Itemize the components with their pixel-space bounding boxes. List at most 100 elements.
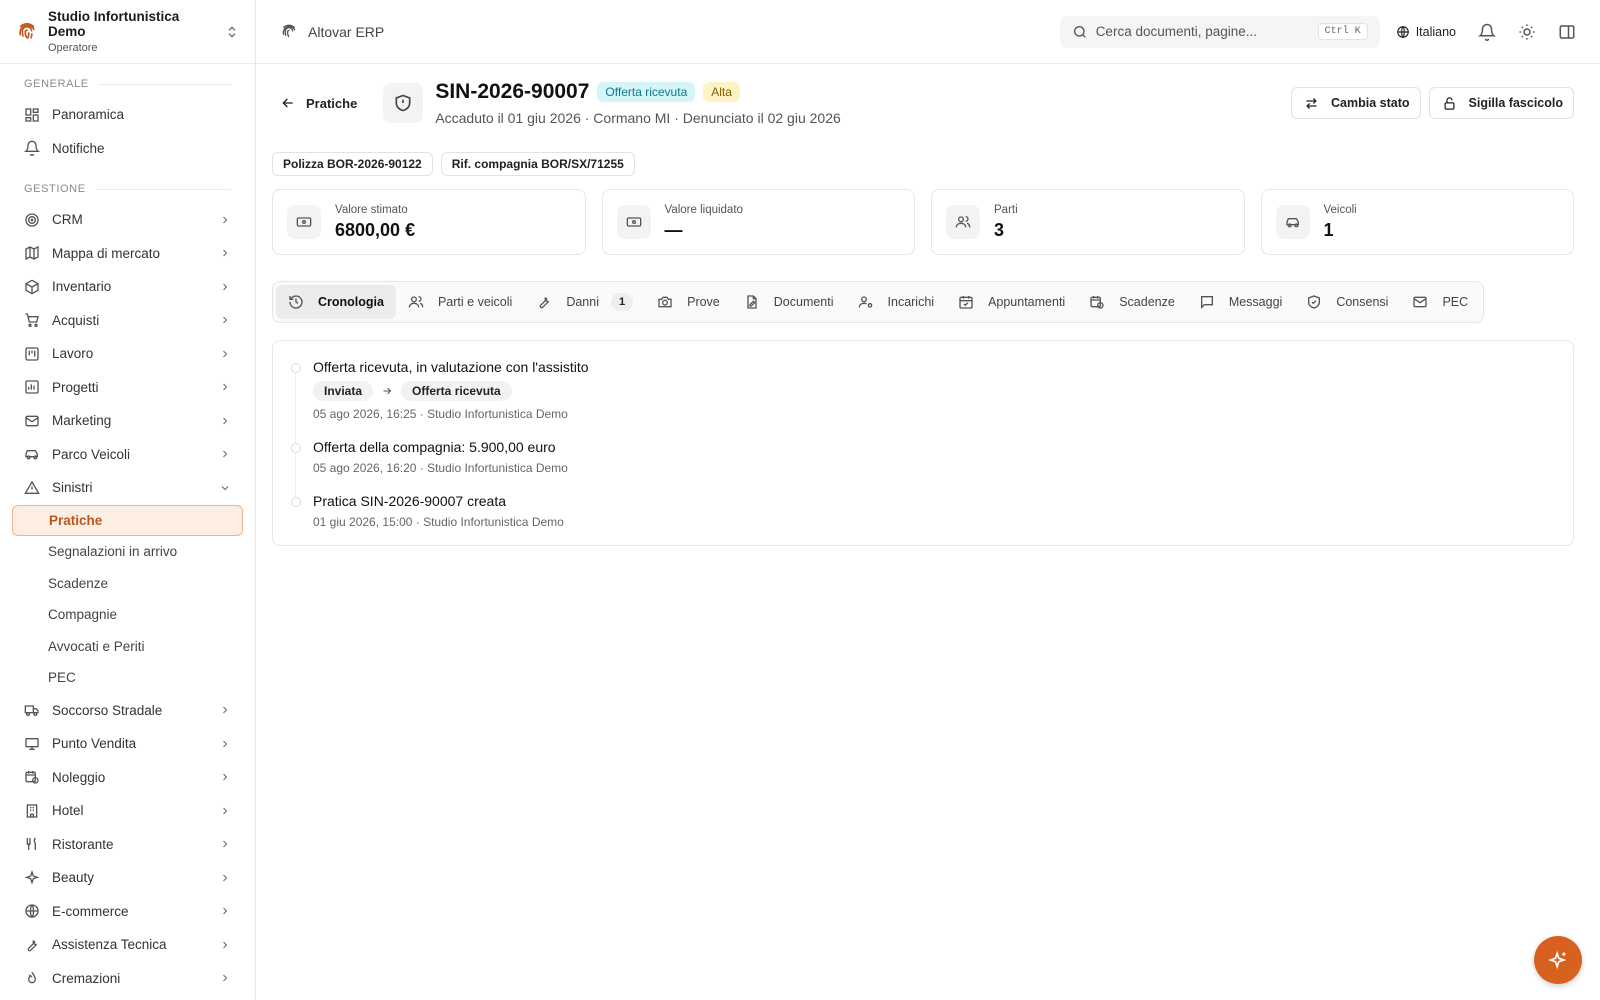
sidebar-item-mappa-di-mercato[interactable]: Mappa di mercato: [12, 237, 243, 271]
sidebar-item-ristorante[interactable]: Ristorante: [12, 828, 243, 862]
sidebar-item-inventario[interactable]: Inventario: [12, 270, 243, 304]
tab-incarichi[interactable]: Incarichi: [846, 285, 947, 319]
search-input[interactable]: [1095, 24, 1310, 39]
bell-icon: [24, 140, 40, 157]
tab-messaggi[interactable]: Messaggi: [1187, 285, 1295, 319]
sidebar-subitem-pratiche[interactable]: Pratiche: [12, 504, 243, 536]
sparkles-icon: [24, 869, 40, 886]
stat-card-parties: Parti 3: [931, 189, 1245, 255]
chevrons-up-down-icon: [225, 25, 239, 39]
stat-value: 3: [994, 219, 1005, 240]
car-icon: [1285, 214, 1301, 230]
message-square-icon: [1199, 294, 1215, 310]
back-button[interactable]: Pratiche: [280, 95, 357, 111]
tab-parti-veicoli[interactable]: Parti e veicoli: [396, 285, 524, 319]
fingerprint-logo-icon: [16, 21, 38, 43]
change-status-button[interactable]: Cambia stato: [1291, 87, 1421, 119]
mail-icon: [1412, 294, 1428, 310]
search-box[interactable]: Ctrl K: [1059, 15, 1380, 48]
language-selector[interactable]: Italiano: [1396, 25, 1456, 39]
arrows-swap-icon: [1304, 96, 1319, 111]
sidebar-item-soccorso-stradale[interactable]: Soccorso Stradale: [12, 694, 243, 728]
arrow-right-icon: [381, 385, 393, 397]
tab-label: Prove: [687, 295, 720, 309]
tab-pec[interactable]: PEC: [1400, 285, 1480, 319]
sidebar-item-crm[interactable]: CRM: [12, 203, 243, 237]
sidebar-item-hotel[interactable]: Hotel: [12, 794, 243, 828]
warning-triangle-icon: [24, 480, 40, 496]
package-icon: [24, 279, 40, 295]
sidebar-item-punto-vendita[interactable]: Punto Vendita: [12, 727, 243, 761]
ai-assistant-button[interactable]: [1534, 936, 1582, 984]
sidebar-subitem-pec[interactable]: PEC: [12, 662, 243, 694]
sidebar-item-lavoro[interactable]: Lavoro: [12, 337, 243, 371]
stat-value: 1: [1323, 219, 1334, 240]
chevron-right-icon: [219, 348, 231, 360]
event-meta: 05 ago 2026, 16:25 · Studio Infortunisti…: [313, 407, 568, 421]
sidebar-item-sinistri[interactable]: Sinistri: [12, 471, 243, 505]
utensils-icon: [24, 836, 40, 852]
sidebar-item-label: Ristorante: [52, 836, 114, 852]
wrench-icon: [24, 937, 40, 953]
priority-badge: Alta: [703, 82, 740, 102]
sidebar-item-label: Notifiche: [52, 140, 105, 156]
tab-scadenze[interactable]: Scadenze: [1077, 285, 1187, 319]
sidebar-nav: GENERALE Panoramica Notifiche GESTIONE C…: [0, 64, 255, 1000]
chevron-right-icon: [219, 381, 231, 393]
sun-icon[interactable]: [1518, 23, 1536, 41]
sidebar-subitem-avvocati-periti[interactable]: Avvocati e Periti: [12, 631, 243, 663]
target-icon: [24, 212, 40, 228]
sparkles-icon: [1548, 950, 1568, 970]
globe-icon: [24, 903, 40, 919]
kanban-icon: [24, 346, 40, 362]
users-icon: [955, 214, 971, 230]
sidebar-item-noleggio[interactable]: Noleggio: [12, 761, 243, 795]
sidebar-item-e-commerce[interactable]: E-commerce: [12, 895, 243, 929]
chevron-right-icon: [219, 247, 231, 259]
sidebar-item-cremazioni[interactable]: Cremazioni: [12, 962, 243, 996]
banknote-icon: [296, 214, 312, 230]
sidebar-subitem-segnalazioni[interactable]: Segnalazioni in arrivo: [12, 536, 243, 568]
stat-value: —: [664, 219, 683, 240]
sidebar-item-panoramica[interactable]: Panoramica: [12, 98, 243, 132]
tab-appuntamenti[interactable]: Appuntamenti: [946, 285, 1077, 319]
user-cog-icon: [858, 294, 874, 310]
chevron-right-icon: [219, 214, 231, 226]
search-icon: [1072, 24, 1088, 40]
users-icon: [408, 294, 424, 310]
sidebar-item-label: Beauty: [52, 870, 95, 886]
sidebar-item-label: Acquisti: [52, 312, 100, 328]
sidebar-item-beauty[interactable]: Beauty: [12, 861, 243, 895]
tab-danni[interactable]: Danni 1: [524, 285, 645, 319]
chart-icon: [24, 379, 40, 395]
company-ref-chip: Rif. compagnia BOR/SX/71255: [440, 152, 635, 176]
tab-cronologia[interactable]: Cronologia: [276, 285, 396, 319]
org-name: Studio Infortunistica Demo: [48, 9, 180, 39]
sidebar-item-marketing[interactable]: Marketing: [12, 404, 243, 438]
event-title: Offerta della compagnia: 5.900,00 euro: [313, 439, 556, 455]
sidebar-item-label: Cremazioni: [52, 970, 121, 986]
timeline-event: Offerta ricevuta, in valutazione con l'a…: [291, 359, 1555, 421]
sidebar-item-acquisti[interactable]: Acquisti: [12, 304, 243, 338]
section-header-general: GENERALE: [24, 78, 231, 90]
org-switcher[interactable]: Studio Infortunistica Demo Operatore: [0, 0, 255, 64]
tab-documenti[interactable]: Documenti: [732, 285, 846, 319]
bell-icon[interactable]: [1478, 23, 1496, 41]
sidebar-item-label: Soccorso Stradale: [52, 702, 163, 718]
building-icon: [24, 803, 40, 819]
sidebar-item-notifiche[interactable]: Notifiche: [12, 132, 243, 166]
tab-prove[interactable]: Prove: [645, 285, 732, 319]
seal-file-button[interactable]: Sigilla fascicolo: [1428, 87, 1574, 119]
sidebar-item-parco-veicoli[interactable]: Parco Veicoli: [12, 438, 243, 472]
camera-icon: [657, 294, 673, 310]
sidebar-subitem-scadenze[interactable]: Scadenze: [12, 568, 243, 600]
tab-consensi[interactable]: Consensi: [1294, 285, 1400, 319]
sidebar-item-label: Assistenza Tecnica: [52, 937, 167, 953]
sidebar: Studio Infortunistica Demo Operatore GEN…: [0, 0, 256, 1000]
sidebar-item-assistenza-tecnica[interactable]: Assistenza Tecnica: [12, 928, 243, 962]
sidebar-item-label: Mappa di mercato: [52, 245, 161, 261]
sidebar-toggle-icon[interactable]: [1558, 23, 1576, 41]
sidebar-subitem-compagnie[interactable]: Compagnie: [12, 599, 243, 631]
stat-label: Veicoli: [1323, 203, 1357, 216]
sidebar-item-progetti[interactable]: Progetti: [12, 371, 243, 405]
